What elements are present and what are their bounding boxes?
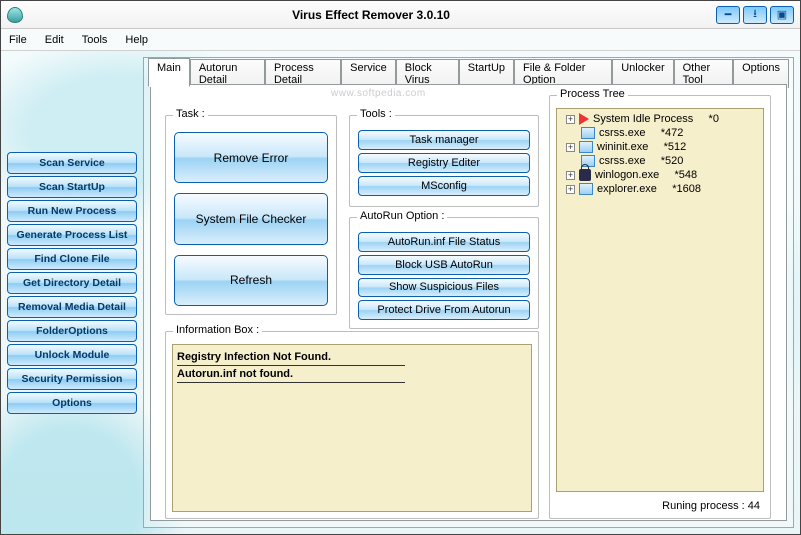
tree-item[interactable]: csrss.exe *520 [560,154,760,168]
block-usb-autorun-button[interactable]: Block USB AutoRun [358,255,530,275]
registry-editor-button[interactable]: Registry Editer [358,153,530,173]
window-title: Virus Effect Remover 3.0.10 [29,8,713,22]
expand-icon[interactable]: + [566,143,575,152]
app-icon [7,7,23,23]
tab-main[interactable]: Main [148,58,190,87]
task-group: Task : Remove Error System File Checker … [165,115,337,315]
info-line: Registry Infection Not Found. [177,349,405,366]
process-icon [579,183,593,195]
process-label: csrss.exe *520 [599,155,683,167]
process-label: csrss.exe *472 [599,127,683,139]
tab-strip: Main Autorun Detail Process Detail Servi… [148,57,789,86]
process-label: winlogon.exe *548 [595,169,697,181]
sidebar-scan-service[interactable]: Scan Service [7,152,137,174]
tree-item[interactable]: csrss.exe *472 [560,126,760,140]
sidebar-unlock-module[interactable]: Unlock Module [7,344,137,366]
sidebar-get-directory-detail[interactable]: Get Directory Detail [7,272,137,294]
close-button[interactable]: ▣ [770,6,794,24]
protect-drive-button[interactable]: Protect Drive From Autorun [358,300,530,320]
tools-legend: Tools : [357,108,395,120]
sidebar-generate-process-list[interactable]: Generate Process List [7,224,137,246]
arrow-icon [579,113,589,125]
show-suspicious-files-button[interactable]: Show Suspicious Files [358,278,530,298]
sidebar-scan-startup[interactable]: Scan StartUp [7,176,137,198]
menu-tools[interactable]: Tools [82,34,108,46]
expand-icon[interactable]: + [566,185,575,194]
info-box: Registry Infection Not Found. Autorun.in… [172,344,532,512]
info-legend: Information Box : [173,324,262,336]
process-tree[interactable]: + System Idle Process *0 csrss.exe *472 + wi… [556,108,764,492]
expand-icon[interactable]: + [566,115,575,124]
autorun-legend: AutoRun Option : [357,210,447,222]
process-icon [579,141,593,153]
process-label: wininit.exe *512 [597,141,686,153]
process-tree-group: Process Tree +System Idle Process *0csrs… [549,95,771,519]
tree-item[interactable]: + System Idle Process *0 [560,112,760,126]
sidebar-find-clone-file[interactable]: Find Clone File [7,248,137,270]
minimize-button[interactable]: ━ [716,6,740,24]
lock-icon [579,169,591,181]
tools-group: Tools : Task manager Registry Editer MSc… [349,115,539,207]
titlebar: Virus Effect Remover 3.0.10 ━ ⭳ ▣ [1,1,800,29]
task-manager-button[interactable]: Task manager [358,130,530,150]
maximize-button[interactable]: ⭳ [743,6,767,24]
tab-page-main: www.softpedia.com Task : Remove Error Sy… [150,84,787,521]
sidebar-options[interactable]: Options [7,392,137,414]
tree-item[interactable]: + wininit.exe *512 [560,140,760,154]
tree-item[interactable]: + explorer.exe *1608 [560,182,760,196]
menu-edit[interactable]: Edit [45,34,64,46]
menu-help[interactable]: Help [125,34,148,46]
task-legend: Task : [173,108,208,120]
autorun-group: AutoRun Option : AutoRun.inf File Status… [349,217,539,329]
running-process-status: Runing process : 44 [662,500,760,512]
menubar: File Edit Tools Help [1,29,800,51]
msconfig-button[interactable]: MSconfig [358,176,530,196]
process-label: explorer.exe *1608 [597,183,701,195]
sidebar-security-permission[interactable]: Security Permission [7,368,137,390]
sidebar-folder-options[interactable]: FolderOptions [7,320,137,342]
remove-error-button[interactable]: Remove Error [174,132,328,183]
tree-legend: Process Tree [557,88,628,100]
info-line: Autorun.inf not found. [177,366,405,383]
menu-file[interactable]: File [9,34,27,46]
sidebar-run-new-process[interactable]: Run New Process [7,200,137,222]
system-file-checker-button[interactable]: System File Checker [174,193,328,244]
content-area: Main Autorun Detail Process Detail Servi… [143,57,794,528]
process-label: System Idle Process *0 [593,113,719,125]
watermark: www.softpedia.com [331,88,426,99]
tree-item[interactable]: + winlogon.exe *548 [560,168,760,182]
sidebar: Scan Service Scan StartUp Run New Proces… [7,57,137,528]
sidebar-removal-media-detail[interactable]: Removal Media Detail [7,296,137,318]
process-icon [581,127,595,139]
expand-icon[interactable]: + [566,171,575,180]
autorun-status-button[interactable]: AutoRun.inf File Status [358,232,530,252]
refresh-button[interactable]: Refresh [174,255,328,306]
info-group: Information Box : Registry Infection Not… [165,331,539,519]
